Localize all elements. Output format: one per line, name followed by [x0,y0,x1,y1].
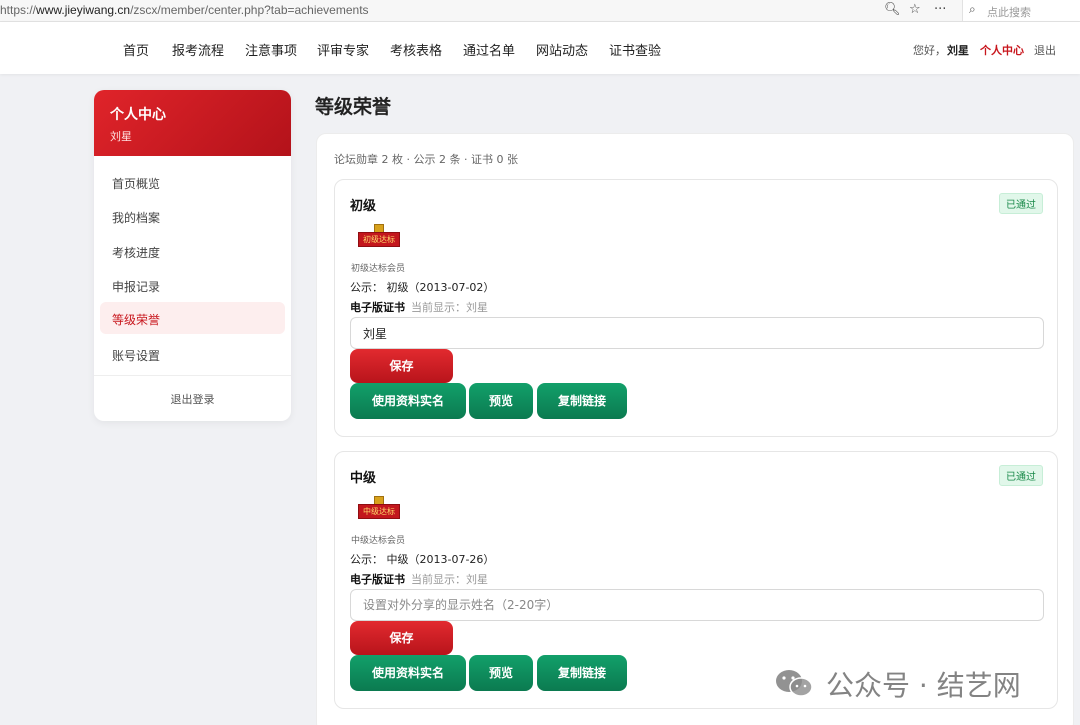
address-bar[interactable]: https://www.jieyiwang.cn/zscx/member/cen… [0,3,369,17]
greeting-text: 您好， [913,44,946,57]
sidebar-logout[interactable]: 退出登录 [94,391,291,407]
save-button[interactable]: 保存 [350,349,453,383]
sidebar-item-progress[interactable]: 考核进度 [100,235,285,267]
copy-link-button[interactable]: 复制链接 [537,655,627,691]
display-name-input[interactable] [350,317,1044,349]
browser-toolbar: https://www.jieyiwang.cn/zscx/member/cen… [0,0,1080,22]
display-name-input[interactable] [350,589,1044,621]
cert-label: 电子版证书 [350,573,405,586]
sidebar-item-applications[interactable]: 申报记录 [100,269,285,301]
browser-search-box[interactable]: ⌕ 点此搜索 [962,0,1080,21]
card-title: 中级 [350,471,377,486]
medal-text: 中级达标 [358,504,400,519]
medal-text: 初级达标 [358,232,400,247]
status-badge: 已通过 [999,465,1043,486]
sidebar-header: 个人中心 刘星 [94,90,291,156]
divider [94,375,291,376]
star-icon[interactable]: ☆ [909,2,921,17]
cert-line: 电子版证书 当前显示：刘星 [350,571,488,587]
sidebar: 个人中心 刘星 首页概览 我的档案 考核进度 申报记录 等级荣誉 账号设置 退出… [94,90,291,421]
publicity-line: 公示： 中级（2013-07-26） [350,553,495,566]
nav-cert-verify[interactable]: 证书查验 [609,40,661,59]
medal-icon: 初级达标 [358,224,400,250]
nav-experts[interactable]: 评审专家 [317,40,369,59]
status-badge: 已通过 [999,193,1043,214]
page-title: 等级荣誉 [315,96,392,118]
watermark-text: 公众号 · 结艺网 [826,669,1021,702]
medal-label: 中级达标会员 [351,536,406,546]
nav-exam-process[interactable]: 报考流程 [172,40,224,59]
honors-panel: 论坛勋章 2 枚 · 公示 2 条 · 证书 0 张 初级 已通过 初级达标 初… [316,133,1074,725]
nav-notices[interactable]: 注意事项 [245,40,297,59]
nav-passed-list[interactable]: 通过名单 [463,40,515,59]
cert-label: 电子版证书 [350,301,405,314]
url-prefix: https:// [0,3,37,17]
cert-line: 电子版证书 当前显示：刘星 [350,299,488,315]
medal-icon: 中级达标 [358,496,400,522]
wechat-icon [776,670,813,697]
logout-link[interactable]: 退出 [1034,42,1056,58]
preview-button[interactable]: 预览 [469,383,533,419]
nav-forms[interactable]: 考核表格 [390,40,442,59]
search-placeholder: 点此搜索 [987,6,1031,19]
nav-home[interactable]: 首页 [123,40,149,59]
use-realname-button[interactable]: 使用资料实名 [350,655,466,691]
member-center-link[interactable]: 个人中心 [980,42,1024,58]
medal-label: 初级达标会员 [351,264,406,274]
preview-button[interactable]: 预览 [469,655,533,691]
honors-summary: 论坛勋章 2 枚 · 公示 2 条 · 证书 0 张 [334,153,518,166]
sidebar-item-account[interactable]: 账号设置 [100,338,285,370]
cert-current-name: 当前显示：刘星 [411,573,488,586]
sidebar-username: 刘星 [110,130,132,143]
use-realname-button[interactable]: 使用资料实名 [350,383,466,419]
sidebar-title: 个人中心 [110,107,166,123]
publicity-line: 公示： 初级（2013-07-02） [350,281,495,294]
top-navigation: 首页 报考流程 注意事项 评审专家 考核表格 通过名单 网站动态 证书查验 您好… [0,22,1080,74]
zoom-icon[interactable]: 🔍︎ [884,2,901,17]
url-path: /zscx/member/center.php?tab=achievements [130,3,369,17]
sidebar-item-honors[interactable]: 等级荣誉 [100,302,285,334]
sidebar-item-overview[interactable]: 首页概览 [100,166,285,198]
nav-news[interactable]: 网站动态 [536,40,588,59]
copy-link-button[interactable]: 复制链接 [537,383,627,419]
url-host: www.jieyiwang.cn [36,3,131,17]
username: 刘星 [947,44,969,57]
search-icon: ⌕ [969,2,976,16]
honor-card-junior: 初级 已通过 初级达标 初级达标会员 公示： 初级（2013-07-02） 电子… [334,179,1058,437]
sidebar-item-profile[interactable]: 我的档案 [100,200,285,232]
more-icon[interactable]: ··· [934,2,946,17]
cert-current-name: 当前显示：刘星 [411,301,488,314]
card-title: 初级 [350,199,377,214]
save-button[interactable]: 保存 [350,621,453,655]
